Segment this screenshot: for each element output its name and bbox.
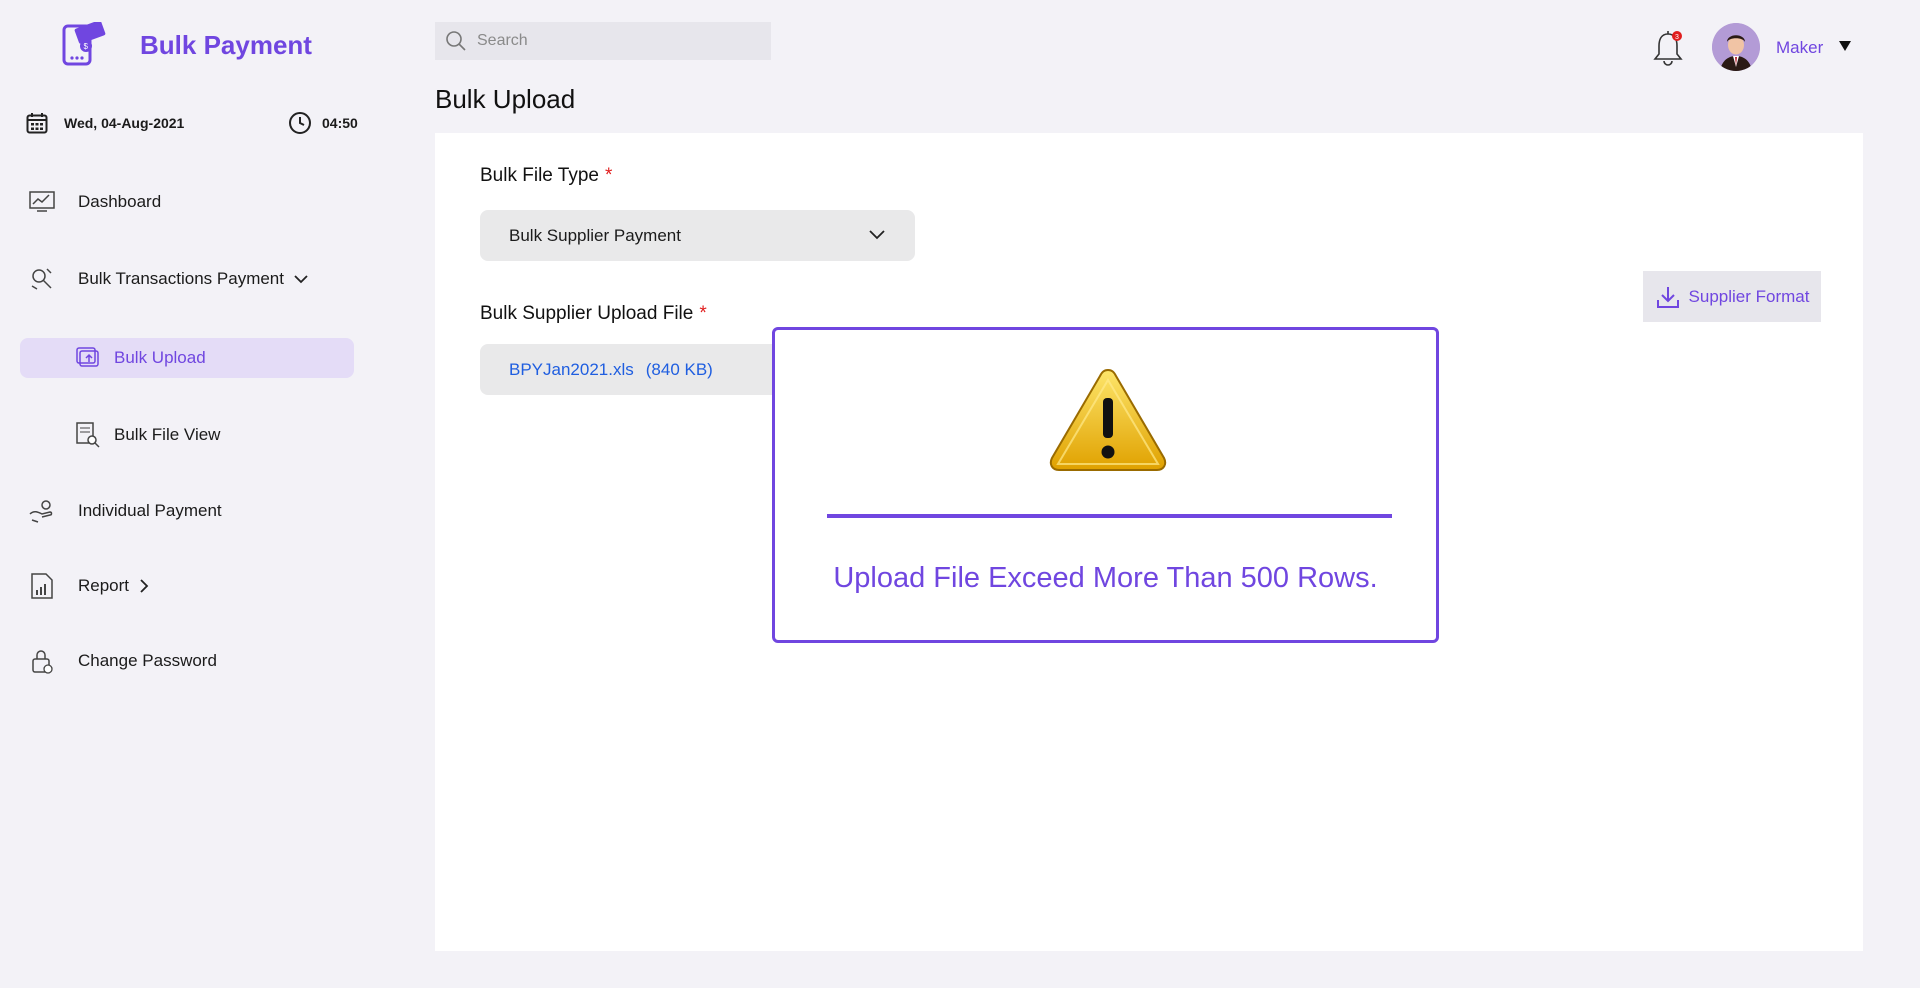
dialog-divider	[827, 514, 1392, 518]
file-type-label: Bulk File Type *	[480, 165, 612, 187]
sidebar-item-label: Dashboard	[78, 192, 162, 211]
sidebar-item-bulk-file-view[interactable]: Bulk File View	[20, 415, 354, 455]
caret-down-icon[interactable]	[1838, 40, 1852, 52]
datetime-bar: Wed, 04-Aug-2021 04:50	[26, 112, 361, 134]
supplier-format-label: Supplier Format	[1688, 286, 1810, 306]
svg-text:$: $	[84, 42, 89, 51]
sidebar-item-individual-payment[interactable]: Individual Payment	[20, 491, 354, 531]
file-type-label-text: Bulk File Type	[480, 165, 599, 186]
file-type-value: Bulk Supplier Payment	[509, 225, 681, 245]
sidebar-item-report[interactable]: Report	[20, 566, 354, 606]
sidebar-item-bulk-upload[interactable]: Bulk Upload	[20, 338, 354, 378]
search-input[interactable]	[477, 32, 757, 50]
sidebar-item-change-password[interactable]: Change Password	[20, 641, 354, 681]
sidebar-item-label: Bulk Transactions Payment	[78, 269, 284, 288]
sidebar-item-dashboard[interactable]: Dashboard	[20, 182, 354, 222]
sidebar-item-label: Change Password	[78, 651, 217, 670]
chevron-down-icon	[294, 275, 308, 284]
sidebar-item-bulk-transactions-payment[interactable]: Bulk Transactions Payment	[20, 259, 354, 299]
notification-bell[interactable]: 3	[1652, 28, 1686, 68]
sidebar-item-label: Report	[78, 576, 130, 595]
required-mark: *	[699, 303, 707, 324]
clock-icon	[289, 112, 311, 134]
file-name: BPYJan2021.xls	[509, 359, 634, 379]
search-bar	[435, 22, 771, 60]
report-icon	[28, 572, 56, 600]
wallet-phone-logo-icon: $	[62, 22, 106, 66]
sidebar-item-label: Individual Payment	[78, 501, 222, 520]
hand-payment-icon	[28, 497, 56, 525]
file-type-select[interactable]: Bulk Supplier Payment	[480, 210, 915, 261]
upload-files-icon	[74, 344, 102, 372]
date-text: Wed, 04-Aug-2021	[64, 115, 185, 131]
sidebar-item-label: Bulk Upload	[114, 348, 206, 367]
dashboard-chart-icon	[28, 188, 56, 216]
sidebar-item-label: Bulk File View	[114, 425, 221, 444]
transactions-icon	[28, 265, 56, 293]
upload-file-label-text: Bulk Supplier Upload File	[480, 303, 694, 324]
page-title: Bulk Upload	[435, 84, 576, 114]
user-name[interactable]: Maker	[1776, 38, 1823, 58]
chevron-right-icon	[140, 579, 149, 593]
file-search-icon	[74, 421, 102, 449]
upload-file-label: Bulk Supplier Upload File *	[480, 303, 707, 325]
lock-icon	[28, 647, 56, 675]
warning-message: Upload File Exceed More Than 500 Rows.	[833, 562, 1378, 594]
file-size: (840 KB)	[645, 359, 713, 379]
time-text: 04:50	[322, 115, 358, 131]
chevron-down-icon	[869, 230, 885, 240]
app-title: Bulk Payment	[140, 29, 312, 60]
time-display: 04:50	[288, 111, 358, 135]
required-mark: *	[604, 165, 613, 186]
avatar[interactable]	[1712, 23, 1760, 71]
date-display: Wed, 04-Aug-2021	[26, 112, 184, 134]
warning-dialog: Upload File Exceed More Than 500 Rows.	[772, 327, 1439, 643]
warning-icon	[1049, 368, 1167, 471]
download-icon	[1656, 286, 1679, 308]
notification-count: 3	[1675, 34, 1679, 41]
brand: $ Bulk Payment	[62, 22, 312, 68]
calendar-icon	[26, 113, 48, 134]
bell-icon: 3	[1653, 31, 1683, 66]
supplier-format-button[interactable]: Supplier Format	[1643, 271, 1821, 322]
user-avatar-icon	[1712, 23, 1760, 71]
search-icon	[446, 31, 466, 51]
upload-file-field[interactable]: BPYJan2021.xls (840 KB)	[480, 344, 780, 395]
